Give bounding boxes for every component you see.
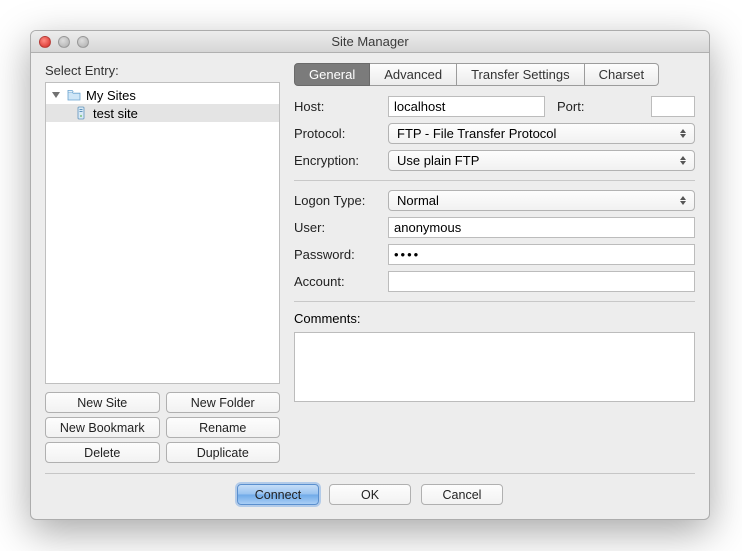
right-panel: General Advanced Transfer Settings Chars…: [294, 63, 695, 463]
tree-root-label: My Sites: [86, 88, 136, 103]
left-panel: Select Entry: My Sites test site N: [45, 63, 280, 463]
connect-button[interactable]: Connect: [237, 484, 319, 505]
protocol-value: FTP - File Transfer Protocol: [397, 126, 556, 141]
comments-textarea[interactable]: [294, 332, 695, 402]
account-label: Account:: [294, 274, 382, 289]
tree-root-my-sites[interactable]: My Sites: [46, 86, 279, 104]
ok-button[interactable]: OK: [329, 484, 411, 505]
server-icon: [74, 106, 88, 120]
logon-type-value: Normal: [397, 193, 439, 208]
host-input[interactable]: [388, 96, 545, 117]
new-folder-button[interactable]: New Folder: [166, 392, 281, 413]
separator: [294, 180, 695, 181]
user-input[interactable]: [388, 217, 695, 238]
updown-icon: [676, 196, 690, 205]
tab-charset[interactable]: Charset: [585, 63, 660, 86]
cancel-button[interactable]: Cancel: [421, 484, 503, 505]
port-input[interactable]: [651, 96, 695, 117]
tab-bar: General Advanced Transfer Settings Chars…: [294, 63, 695, 86]
user-label: User:: [294, 220, 382, 235]
rename-button[interactable]: Rename: [166, 417, 281, 438]
password-input[interactable]: [388, 244, 695, 265]
password-label: Password:: [294, 247, 382, 262]
titlebar: Site Manager: [31, 31, 709, 53]
duplicate-button[interactable]: Duplicate: [166, 442, 281, 463]
disclosure-triangle-icon[interactable]: [52, 92, 60, 98]
updown-icon: [676, 156, 690, 165]
folder-icon: [67, 89, 81, 101]
encryption-label: Encryption:: [294, 153, 382, 168]
port-label: Port:: [557, 99, 645, 114]
protocol-select[interactable]: FTP - File Transfer Protocol: [388, 123, 695, 144]
new-site-button[interactable]: New Site: [45, 392, 160, 413]
tab-general[interactable]: General: [294, 63, 370, 86]
site-tree[interactable]: My Sites test site: [45, 82, 280, 384]
tree-item-test-site[interactable]: test site: [46, 104, 279, 122]
tab-transfer-settings[interactable]: Transfer Settings: [457, 63, 585, 86]
new-bookmark-button[interactable]: New Bookmark: [45, 417, 160, 438]
tab-advanced[interactable]: Advanced: [370, 63, 457, 86]
updown-icon: [676, 129, 690, 138]
select-entry-label: Select Entry:: [45, 63, 280, 78]
comments-label: Comments:: [294, 311, 695, 326]
separator: [294, 301, 695, 302]
window-title: Site Manager: [31, 34, 709, 49]
encryption-value: Use plain FTP: [397, 153, 479, 168]
general-form: Host: Port: Protocol: FTP - File Transfe…: [294, 96, 695, 402]
logon-type-label: Logon Type:: [294, 193, 382, 208]
tree-item-label: test site: [93, 106, 138, 121]
delete-button[interactable]: Delete: [45, 442, 160, 463]
entry-buttons: New Site New Folder New Bookmark Rename …: [45, 392, 280, 463]
site-manager-window: Site Manager Select Entry: My Sites test…: [30, 30, 710, 520]
footer-buttons: Connect OK Cancel: [31, 474, 709, 519]
host-label: Host:: [294, 99, 382, 114]
encryption-select[interactable]: Use plain FTP: [388, 150, 695, 171]
account-input[interactable]: [388, 271, 695, 292]
protocol-label: Protocol:: [294, 126, 382, 141]
logon-type-select[interactable]: Normal: [388, 190, 695, 211]
